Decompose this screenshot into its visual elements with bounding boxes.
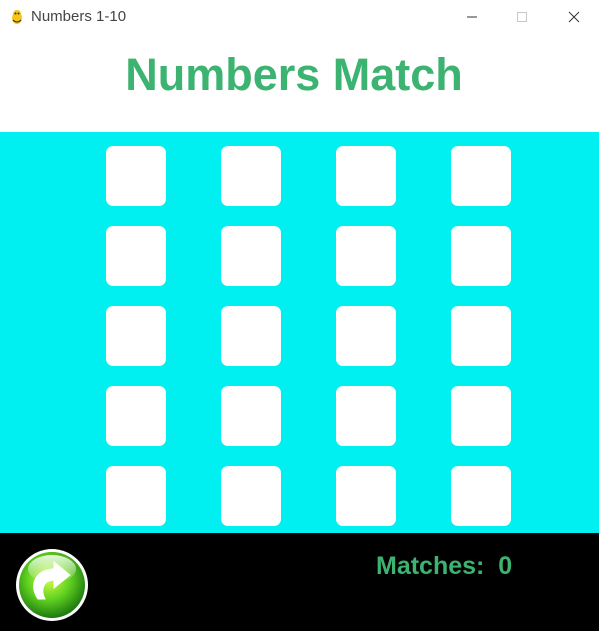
card-r1-c3[interactable] [336, 146, 396, 206]
minimize-icon [467, 16, 477, 18]
matches-counter: Matches: 0 [376, 551, 512, 581]
card-r2-c3[interactable] [336, 226, 396, 286]
card-r1-c1[interactable] [106, 146, 166, 206]
game-window: Numbers 1-10 Numbers Match Matches: 0 [0, 0, 599, 631]
footer-bar: Matches: 0 [0, 533, 599, 631]
restart-arrow-icon [16, 549, 88, 621]
card-r1-c4[interactable] [451, 146, 511, 206]
card-r5-c2[interactable] [221, 466, 281, 526]
card-r5-c1[interactable] [106, 466, 166, 526]
minimize-button[interactable] [449, 0, 495, 34]
close-icon [568, 11, 580, 23]
matches-value: 0 [498, 552, 513, 580]
card-r4-c3[interactable] [336, 386, 396, 446]
card-r2-c1[interactable] [106, 226, 166, 286]
card-r5-c4[interactable] [451, 466, 511, 526]
card-r4-c2[interactable] [221, 386, 281, 446]
game-title: Numbers Match [125, 49, 463, 100]
matches-label: Matches: [376, 552, 485, 580]
header-area: Numbers Match [0, 34, 599, 132]
card-r5-c3[interactable] [336, 466, 396, 526]
card-r3-c3[interactable] [336, 306, 396, 366]
maximize-icon [517, 12, 527, 22]
close-button[interactable] [551, 0, 597, 34]
card-r1-c2[interactable] [221, 146, 281, 206]
card-r4-c4[interactable] [451, 386, 511, 446]
restart-button[interactable] [14, 547, 90, 623]
card-r3-c2[interactable] [221, 306, 281, 366]
title-bar: Numbers 1-10 [0, 0, 599, 34]
card-r4-c1[interactable] [106, 386, 166, 446]
window-title: Numbers 1-10 [31, 8, 127, 25]
card-r2-c4[interactable] [451, 226, 511, 286]
card-r3-c1[interactable] [106, 306, 166, 366]
card-r2-c2[interactable] [221, 226, 281, 286]
card-board [0, 132, 599, 533]
card-r3-c4[interactable] [451, 306, 511, 366]
pygame-snake-icon [9, 9, 25, 25]
maximize-button[interactable] [499, 0, 545, 34]
